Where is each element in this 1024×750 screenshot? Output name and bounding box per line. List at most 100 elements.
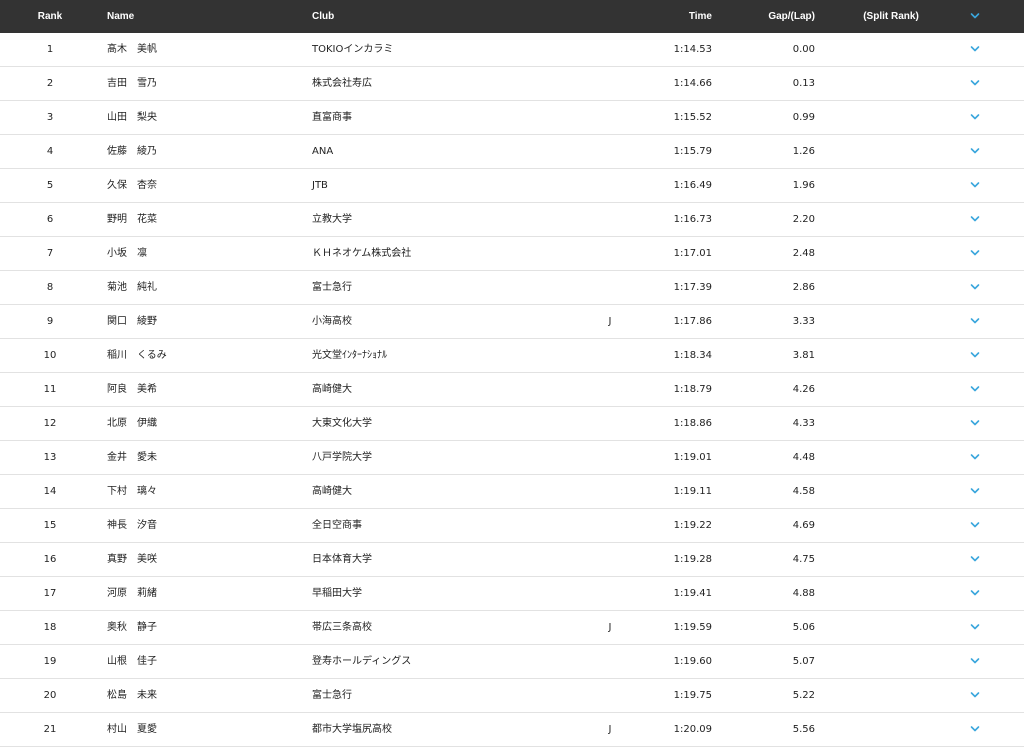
time-cell: 1:17.86	[673, 316, 712, 327]
chevron-down-icon	[970, 352, 980, 358]
chevron-down-icon	[970, 386, 980, 392]
gap-cell: 0.13	[792, 78, 815, 89]
table-row[interactable]: 3 山田 梨央 直富商事 1:15.52 0.99	[0, 101, 1024, 135]
table-row[interactable]: 9 関口 綾野 小海高校 J 1:17.86 3.33	[0, 305, 1024, 339]
club-cell: 八戸学院大学	[312, 452, 372, 463]
row-expand-toggle[interactable]	[960, 509, 990, 543]
chevron-down-icon	[970, 658, 980, 664]
table-row[interactable]: 10 稲川 くるみ 光文堂ｲﾝﾀｰﾅｼｮﾅﾙ 1:18.34 3.81	[0, 339, 1024, 373]
row-expand-toggle[interactable]	[960, 169, 990, 203]
row-expand-toggle[interactable]	[960, 271, 990, 305]
table-row[interactable]: 15 神長 汐音 全日空商事 1:19.22 4.69	[0, 509, 1024, 543]
time-cell: 1:18.86	[673, 418, 712, 429]
row-expand-toggle[interactable]	[960, 373, 990, 407]
table-row[interactable]: 18 奥秋 静子 帯広三条高校 J 1:19.59 5.06	[0, 611, 1024, 645]
time-cell: 1:19.01	[673, 452, 712, 463]
table-row[interactable]: 13 金井 愛未 八戸学院大学 1:19.01 4.48	[0, 441, 1024, 475]
header-gap[interactable]: Gap/(Lap)	[735, 0, 815, 33]
gap-cell: 3.33	[792, 316, 815, 327]
junior-badge	[600, 67, 620, 101]
header-time[interactable]: Time	[640, 0, 712, 33]
row-expand-toggle[interactable]	[960, 713, 990, 747]
time-cell: 1:18.79	[673, 384, 712, 395]
row-expand-toggle[interactable]	[960, 475, 990, 509]
junior-badge	[600, 33, 620, 67]
row-expand-toggle[interactable]	[960, 407, 990, 441]
name-cell: 奥秋 静子	[107, 622, 157, 633]
row-expand-toggle[interactable]	[960, 611, 990, 645]
row-expand-toggle[interactable]	[960, 135, 990, 169]
header-club[interactable]: Club	[312, 0, 582, 33]
rank-cell: 13	[43, 452, 57, 463]
name-cell: 松島 未来	[107, 690, 157, 701]
row-expand-toggle[interactable]	[960, 101, 990, 135]
club-cell: 富士急行	[312, 282, 352, 293]
junior-badge	[600, 203, 620, 237]
name-cell: 河原 莉緒	[107, 588, 157, 599]
gap-cell: 4.69	[792, 520, 815, 531]
gap-cell: 4.33	[792, 418, 815, 429]
junior-badge	[600, 475, 620, 509]
table-row[interactable]: 2 吉田 雪乃 株式会社寿広 1:14.66 0.13	[0, 67, 1024, 101]
row-expand-toggle[interactable]	[960, 543, 990, 577]
club-cell: 光文堂ｲﾝﾀｰﾅｼｮﾅﾙ	[312, 350, 387, 361]
expand-all-toggle[interactable]	[960, 0, 990, 33]
row-expand-toggle[interactable]	[960, 33, 990, 67]
table-row[interactable]: 6 野明 花菜 立教大学 1:16.73 2.20	[0, 203, 1024, 237]
name-cell: 関口 綾野	[107, 316, 157, 327]
row-expand-toggle[interactable]	[960, 645, 990, 679]
time-cell: 1:18.34	[673, 350, 712, 361]
table-row[interactable]: 21 村山 夏愛 都市大学塩尻高校 J 1:20.09 5.56	[0, 713, 1024, 747]
header-name[interactable]: Name	[107, 0, 297, 33]
table-row[interactable]: 5 久保 杏奈 JTB 1:16.49 1.96	[0, 169, 1024, 203]
chevron-down-icon	[970, 522, 980, 528]
rank-cell: 12	[43, 418, 57, 429]
table-row[interactable]: 7 小坂 凛 ＫＨネオケム株式会社 1:17.01 2.48	[0, 237, 1024, 271]
table-row[interactable]: 19 山根 佳子 登寿ホールディングス 1:19.60 5.07	[0, 645, 1024, 679]
gap-cell: 4.58	[792, 486, 815, 497]
junior-badge	[600, 271, 620, 305]
junior-badge	[600, 373, 620, 407]
row-expand-toggle[interactable]	[960, 339, 990, 373]
table-row[interactable]: 16 真野 美咲 日本体育大学 1:19.28 4.75	[0, 543, 1024, 577]
table-row[interactable]: 12 北原 伊織 大東文化大学 1:18.86 4.33	[0, 407, 1024, 441]
row-expand-toggle[interactable]	[960, 577, 990, 611]
row-expand-toggle[interactable]	[960, 203, 990, 237]
rank-cell: 9	[46, 316, 54, 327]
chevron-down-icon	[970, 148, 980, 154]
name-cell: 野明 花菜	[107, 214, 157, 225]
club-cell: 株式会社寿広	[312, 78, 372, 89]
chevron-down-icon	[970, 114, 980, 120]
table-row[interactable]: 17 河原 莉緒 早稲田大学 1:19.41 4.88	[0, 577, 1024, 611]
time-cell: 1:19.28	[673, 554, 712, 565]
table-row[interactable]: 20 松島 未来 富士急行 1:19.75 5.22	[0, 679, 1024, 713]
club-cell: 日本体育大学	[312, 554, 372, 565]
junior-badge	[600, 577, 620, 611]
name-cell: 稲川 くるみ	[107, 350, 167, 361]
row-expand-toggle[interactable]	[960, 67, 990, 101]
gap-cell: 4.75	[792, 554, 815, 565]
time-cell: 1:20.09	[673, 724, 712, 735]
row-expand-toggle[interactable]	[960, 237, 990, 271]
table-row[interactable]: 4 佐藤 綾乃 ANA 1:15.79 1.26	[0, 135, 1024, 169]
rank-cell: 18	[43, 622, 57, 633]
header-split-rank[interactable]: (Split Rank)	[845, 0, 937, 33]
junior-badge	[600, 101, 620, 135]
table-row[interactable]: 11 阿良 美希 高崎健大 1:18.79 4.26	[0, 373, 1024, 407]
row-expand-toggle[interactable]	[960, 441, 990, 475]
row-expand-toggle[interactable]	[960, 305, 990, 339]
club-cell: 高崎健大	[312, 384, 352, 395]
time-cell: 1:19.75	[673, 690, 712, 701]
gap-cell: 2.48	[792, 248, 815, 259]
chevron-down-icon	[970, 250, 980, 256]
junior-badge	[600, 339, 620, 373]
table-row[interactable]: 1 髙木 美帆 TOKIOインカラミ 1:14.53 0.00	[0, 33, 1024, 67]
table-row[interactable]: 8 菊池 純礼 富士急行 1:17.39 2.86	[0, 271, 1024, 305]
club-cell: 小海高校	[312, 316, 352, 327]
row-expand-toggle[interactable]	[960, 679, 990, 713]
club-cell: ANA	[312, 146, 334, 157]
table-row[interactable]: 14 下村 璃々 高崎健大 1:19.11 4.58	[0, 475, 1024, 509]
junior-badge	[600, 509, 620, 543]
time-cell: 1:14.53	[673, 44, 712, 55]
header-rank[interactable]: Rank	[20, 0, 80, 33]
